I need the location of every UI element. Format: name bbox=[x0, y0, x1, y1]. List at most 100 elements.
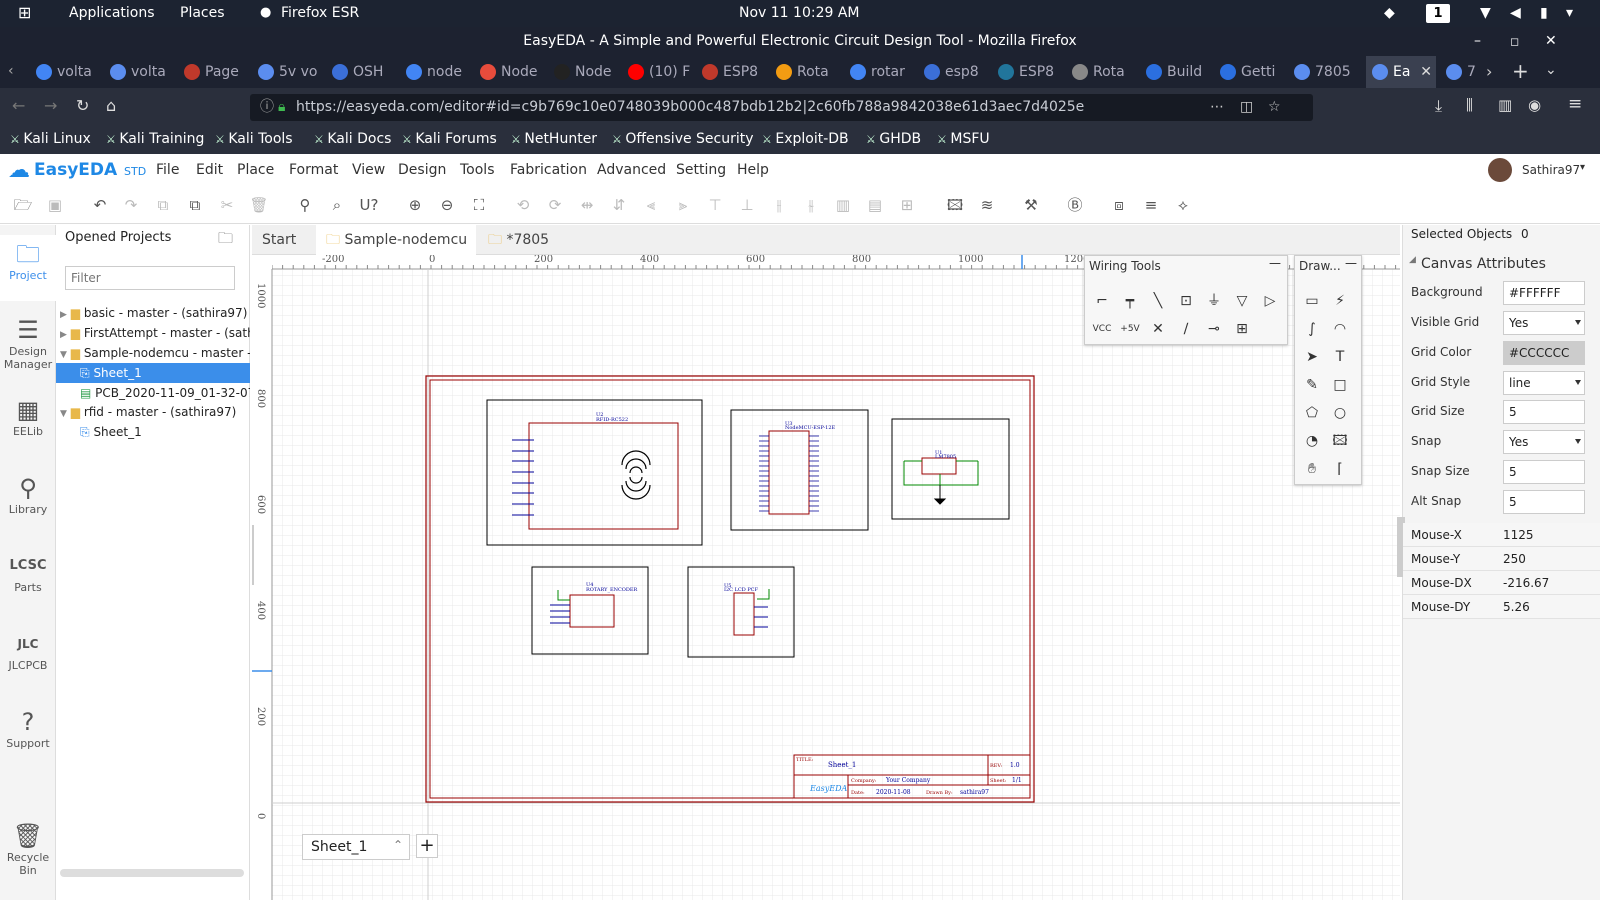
dragging-icon[interactable]: ⌈ bbox=[1329, 458, 1351, 480]
browser-tab[interactable]: OSH bbox=[326, 56, 398, 88]
browser-tab[interactable]: Page bbox=[178, 56, 250, 88]
distribute-v-icon[interactable]: ▤ bbox=[864, 194, 886, 216]
no-connect-icon[interactable]: ✕ bbox=[1147, 318, 1169, 340]
tree-project-sample-nodemcu[interactable]: ▼ ▆ Sample-nodemcu - master - (s bbox=[56, 343, 250, 363]
nav-parts[interactable]: LCSC Parts bbox=[0, 551, 56, 594]
menu-file[interactable]: File bbox=[156, 162, 179, 178]
rotate-ccw-icon[interactable]: ⟳ bbox=[544, 194, 566, 216]
nav-eelib[interactable]: ▦ EELib bbox=[0, 395, 56, 438]
nav-design-manager[interactable]: ☰ Design Manager bbox=[0, 315, 56, 371]
flip-v-icon[interactable]: ⇵ bbox=[608, 194, 630, 216]
tree-project-firstattempt[interactable]: ▶ ▆ FirstAttempt - master - (sathira bbox=[56, 323, 250, 343]
browser-tab[interactable]: volta bbox=[30, 56, 102, 88]
nav-project[interactable]: 🗀︎ Project bbox=[0, 235, 56, 301]
horizontal-scrollbar[interactable] bbox=[60, 869, 244, 877]
url-text[interactable]: https://easyeda.com/editor#id=c9b769c10e… bbox=[296, 99, 1084, 115]
plus-5v-icon[interactable]: +5V bbox=[1119, 318, 1141, 340]
circle-icon[interactable]: ○ bbox=[1329, 402, 1351, 424]
close-window-button[interactable]: ✕ bbox=[1545, 27, 1557, 56]
browser-tab[interactable]: Rota bbox=[1066, 56, 1138, 88]
menu-edit[interactable]: Edit bbox=[196, 162, 223, 178]
tab-sample-nodemcu[interactable]: 🗀︎ Sample-nodemcu bbox=[316, 225, 476, 255]
bookmark-item[interactable]: ⚔ Kali Forums bbox=[402, 131, 497, 147]
freehand-icon[interactable]: ✎ bbox=[1301, 374, 1323, 396]
image-icon[interactable]: 🖾︎ bbox=[1329, 430, 1351, 452]
bookmark-item[interactable]: ⚔ MSFU bbox=[937, 131, 990, 147]
layers-up-icon[interactable]: ≋ bbox=[976, 194, 998, 216]
flip-h-icon[interactable]: ⇹ bbox=[576, 194, 598, 216]
chevron-up-icon[interactable]: ⌃ bbox=[393, 838, 403, 852]
fit-icon[interactable]: ⛶ bbox=[468, 194, 490, 216]
distribute-h-icon[interactable]: ▥ bbox=[832, 194, 854, 216]
places-menu[interactable]: Places bbox=[180, 5, 225, 21]
redo-icon[interactable]: ↷ bbox=[120, 194, 142, 216]
wire-icon[interactable]: ⌐ bbox=[1091, 290, 1113, 312]
duplicate-icon[interactable]: ⧉ bbox=[184, 194, 206, 216]
url-bar[interactable]: ⓘ 🔒︎ https://easyeda.com/editor#id=c9b76… bbox=[250, 94, 1313, 121]
bookmark-star-icon[interactable]: ☆ bbox=[1268, 94, 1281, 121]
collapse-icon[interactable]: ◢ bbox=[1409, 255, 1416, 265]
new-tab-button[interactable]: + bbox=[1512, 59, 1529, 83]
zoom-out-icon[interactable]: ⊖ bbox=[436, 194, 458, 216]
undo-icon[interactable]: ↶ bbox=[89, 194, 111, 216]
pin-icon[interactable]: ⊸ bbox=[1203, 318, 1225, 340]
avatar[interactable] bbox=[1488, 158, 1512, 182]
browser-tab[interactable]: Node bbox=[548, 56, 620, 88]
site-info-icon[interactable]: ⓘ bbox=[260, 94, 274, 121]
add-sheet-button[interactable]: + bbox=[416, 834, 438, 858]
bookmark-item[interactable]: ⚔ Exploit-DB bbox=[762, 131, 849, 147]
prop-input[interactable]: #FFFFFF bbox=[1503, 281, 1585, 305]
update-symbol-icon[interactable]: U? bbox=[358, 194, 380, 216]
nav-recycle-bin[interactable]: 🗑︎ Recycle Bin bbox=[0, 821, 56, 877]
browser-tab[interactable]: rotar bbox=[844, 56, 916, 88]
bus-icon[interactable]: ┯ bbox=[1119, 290, 1141, 312]
canvas-svg[interactable]: -200 0 200 400 600 800 1000 1200 1000 80… bbox=[252, 255, 1400, 900]
sidebar-icon[interactable]: ▥ bbox=[1498, 96, 1512, 114]
tabs-scroll-right-icon[interactable]: › bbox=[1486, 62, 1492, 81]
voltage-probe-icon[interactable]: ∕ bbox=[1175, 318, 1197, 340]
layers-icon[interactable]: ≡ bbox=[1140, 194, 1162, 216]
cut-icon[interactable]: ✂ bbox=[216, 194, 238, 216]
bus-entry-icon[interactable]: ╲ bbox=[1147, 290, 1169, 312]
volume-icon[interactable]: ◀ bbox=[1510, 5, 1521, 21]
browser-tab[interactable]: ESP8 bbox=[992, 56, 1064, 88]
browser-tab[interactable]: Ea ✕ bbox=[1366, 56, 1436, 88]
browser-tab[interactable]: 7 bbox=[1440, 56, 1512, 88]
bezier-icon[interactable]: ∫ bbox=[1301, 318, 1323, 340]
battery-icon[interactable]: ▮ bbox=[1540, 5, 1548, 21]
rectangle-icon[interactable]: □ bbox=[1329, 374, 1351, 396]
bookmark-item[interactable]: ⚔ NetHunter bbox=[511, 131, 597, 147]
prop-input[interactable]: 5 bbox=[1503, 400, 1585, 424]
menu-view[interactable]: View bbox=[352, 162, 385, 178]
downloads-icon[interactable]: ⤓ bbox=[1435, 96, 1442, 116]
text-icon[interactable]: T bbox=[1329, 346, 1351, 368]
left-panel-collapse-handle[interactable] bbox=[252, 525, 254, 585]
delete-icon[interactable]: 🗑︎ bbox=[248, 194, 270, 216]
menu-setting[interactable]: Setting bbox=[676, 162, 726, 178]
rotate-icon[interactable]: ⟲ bbox=[512, 194, 534, 216]
pan-hand-icon[interactable]: ✋︎ bbox=[1301, 458, 1323, 480]
bom-icon[interactable]: Ⓑ bbox=[1064, 194, 1086, 216]
tree-project-rfid[interactable]: ▼ ▆ rfid - master - (sathira97) bbox=[56, 402, 250, 422]
zoom-in-icon[interactable]: ⊕ bbox=[404, 194, 426, 216]
wiring-tools-palette[interactable]: Wiring Tools — ⌐ ┯ ╲ ⊡ ⏚ ▽ ▷ VCC +5V ✕ ∕… bbox=[1084, 255, 1288, 345]
page-actions-icon[interactable]: ⋯ bbox=[1210, 94, 1224, 121]
vcc-icon[interactable]: VCC bbox=[1091, 318, 1113, 340]
bookmark-item[interactable]: ⚔ Kali Linux bbox=[10, 131, 91, 147]
home-button[interactable]: ⌂ bbox=[106, 96, 116, 115]
browser-tab[interactable]: ESP8 bbox=[696, 56, 768, 88]
tab-7805[interactable]: 🗀︎ *7805 bbox=[478, 225, 628, 255]
group-icon[interactable]: ⊞ bbox=[1231, 318, 1253, 340]
browser-tab[interactable]: (10) F bbox=[622, 56, 694, 88]
bookmark-item[interactable]: ⚔ Offensive Security bbox=[612, 131, 754, 147]
pocket-icon[interactable]: ◫ bbox=[1240, 94, 1253, 121]
menu-advanced[interactable]: Advanced bbox=[597, 162, 666, 178]
close-tab-icon[interactable]: ✕ bbox=[1420, 56, 1432, 88]
bookmark-item[interactable]: ⚔ Kali Docs bbox=[314, 131, 391, 147]
net-label-icon[interactable]: ⊡ bbox=[1175, 290, 1197, 312]
back-button[interactable]: ← bbox=[12, 96, 25, 115]
menu-format[interactable]: Format bbox=[289, 162, 338, 178]
user-indicator-icon[interactable]: ◆ bbox=[1384, 5, 1395, 21]
polygon-icon[interactable]: ⬠ bbox=[1301, 402, 1323, 424]
image-frame-icon[interactable]: ▭ bbox=[1301, 290, 1323, 312]
